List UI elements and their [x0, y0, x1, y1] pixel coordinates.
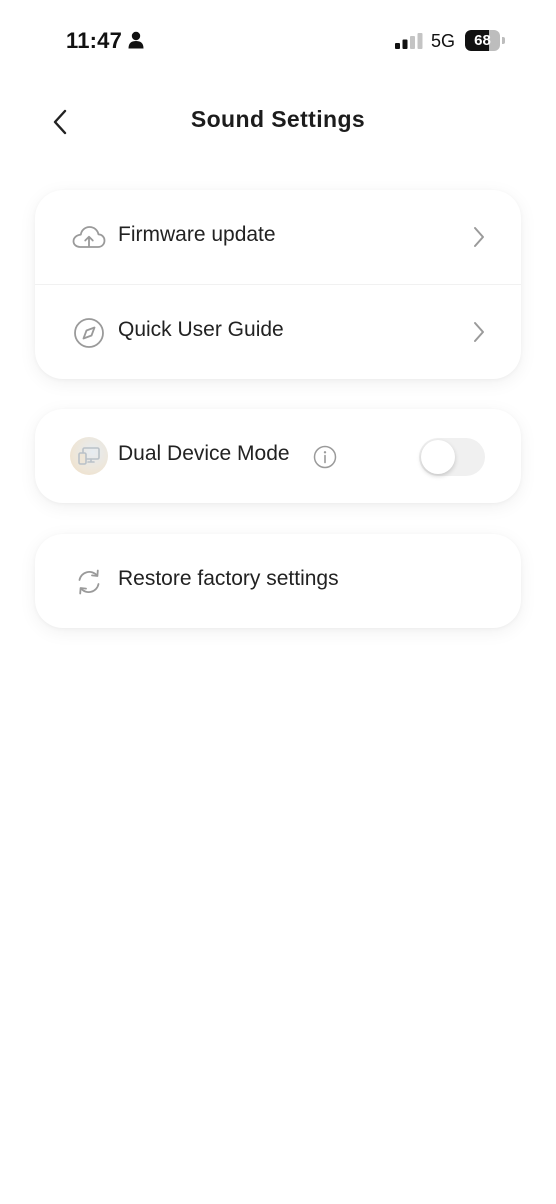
- dual-device-icon: [70, 437, 108, 475]
- settings-card-general: Firmware update Quick User Guide: [35, 190, 521, 379]
- signal-icon: [395, 33, 423, 49]
- refresh-icon: [71, 564, 107, 600]
- settings-card-dual-device: Dual Device Mode: [35, 409, 521, 503]
- status-bar: 11:47 5G 68: [0, 0, 556, 82]
- firmware-update-label: Firmware update: [118, 223, 276, 246]
- restore-factory-settings-row[interactable]: Restore factory settings: [35, 534, 521, 628]
- toggle-knob: [421, 440, 455, 474]
- dual-device-mode-label: Dual Device Mode: [118, 442, 290, 465]
- chevron-right-icon: [474, 227, 484, 247]
- firmware-update-row[interactable]: Firmware update: [35, 190, 521, 284]
- quick-user-guide-row[interactable]: Quick User Guide: [35, 285, 521, 379]
- cloud-upload-icon: [71, 220, 107, 256]
- battery-level: 68: [474, 32, 491, 49]
- dual-device-mode-toggle[interactable]: [419, 438, 485, 476]
- quick-user-guide-label: Quick User Guide: [118, 318, 284, 341]
- person-icon: [128, 31, 144, 49]
- compass-icon: [71, 315, 107, 351]
- status-time: 11:47: [66, 28, 123, 53]
- settings-card-restore: Restore factory settings: [35, 534, 521, 628]
- battery-icon: 68: [465, 30, 505, 51]
- page-title: Sound Settings: [190, 106, 366, 132]
- chevron-right-icon: [474, 322, 484, 342]
- info-icon[interactable]: [313, 445, 337, 469]
- dual-device-mode-row: Dual Device Mode: [35, 409, 521, 503]
- network-type: 5G: [431, 31, 456, 51]
- restore-factory-settings-label: Restore factory settings: [118, 567, 339, 590]
